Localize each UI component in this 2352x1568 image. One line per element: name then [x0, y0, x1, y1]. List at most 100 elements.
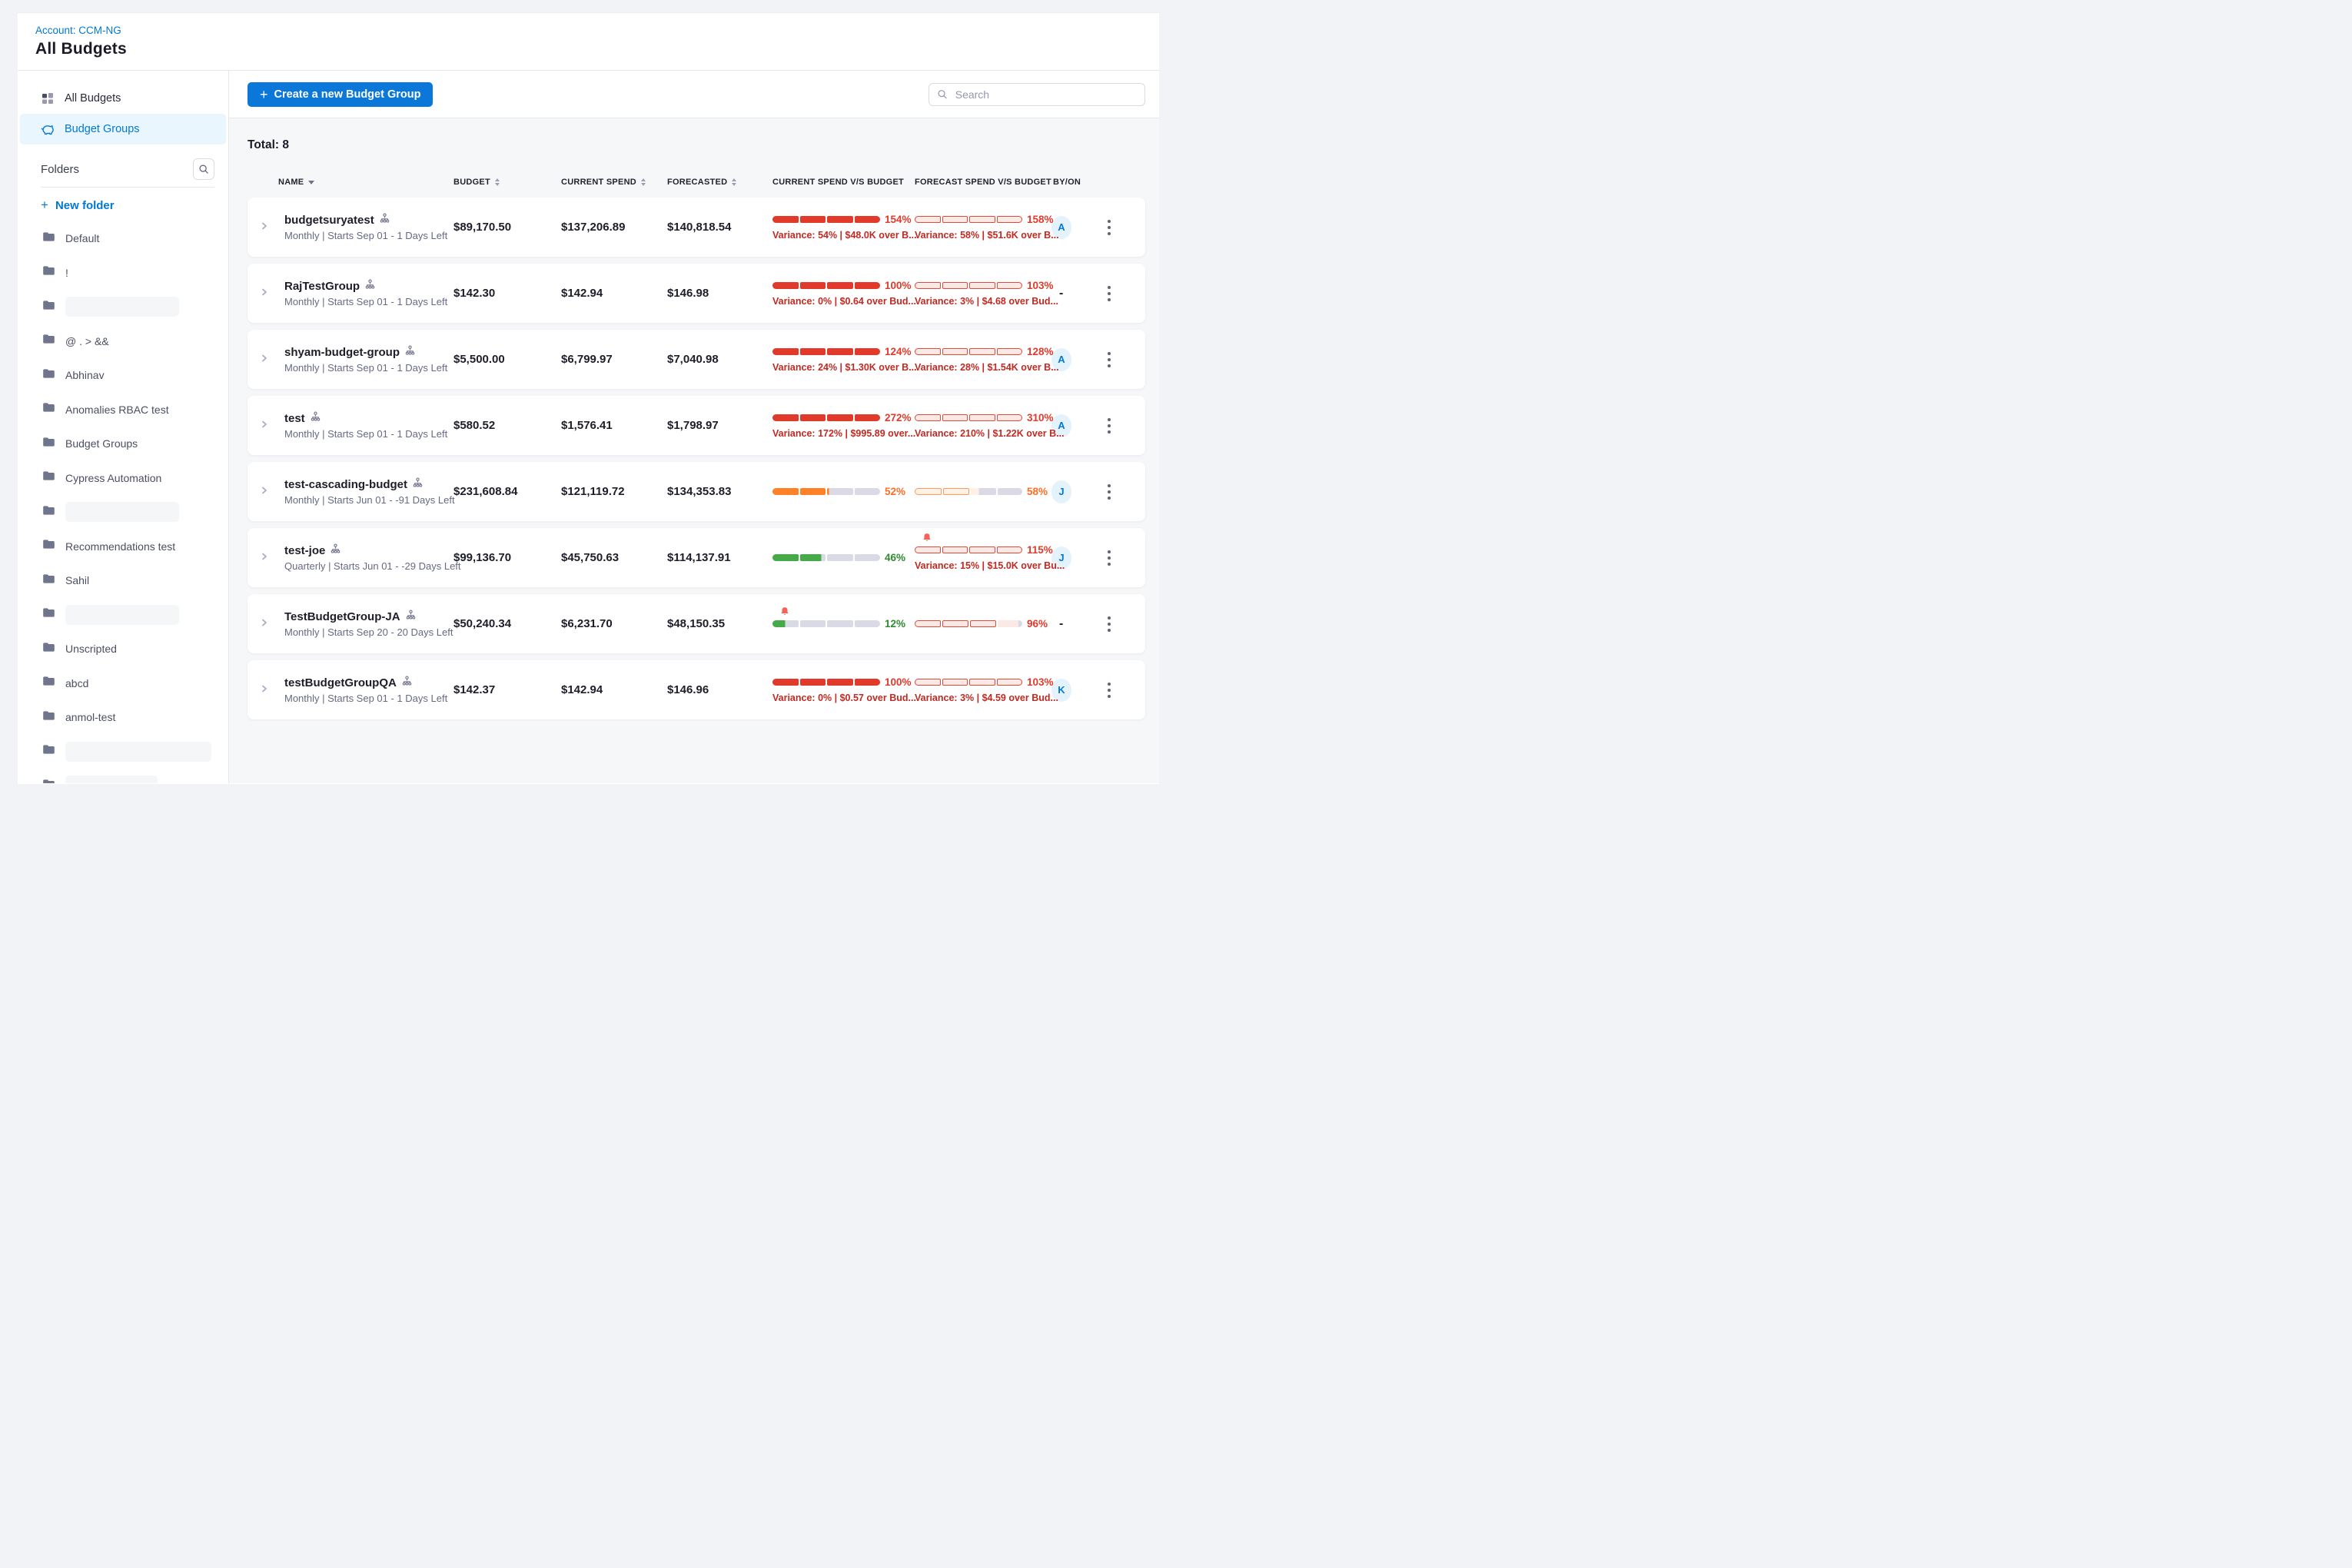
budget-group-row[interactable]: test Monthly | Starts Sep 01 - 1 Days Le… — [247, 396, 1145, 455]
variance-text: Variance: 3% | $4.68 over Bud... — [915, 296, 1058, 307]
folder-item[interactable] — [18, 769, 228, 783]
create-budget-group-button[interactable]: + Create a new Budget Group — [247, 82, 433, 107]
current-vs-budget-cell: 12% — [766, 618, 909, 630]
folder-item[interactable]: anmol-test — [18, 700, 228, 735]
forecast-vs-budget-cell: 158%Variance: 58% | $51.6K over B... — [909, 214, 1051, 241]
column-header-by-on: BY/ON — [1051, 178, 1094, 187]
expand-chevron-icon[interactable] — [260, 221, 269, 234]
spend-progress-bar — [772, 348, 880, 355]
column-header-forecasted[interactable]: FORECASTED — [659, 178, 766, 187]
hierarchy-icon — [402, 676, 412, 689]
sort-desc-icon[interactable] — [308, 181, 314, 184]
plus-icon: + — [260, 88, 268, 101]
column-header-current-spend[interactable]: CURRENT SPEND — [547, 178, 659, 187]
budget-value: $99,136.70 — [440, 551, 547, 564]
current-spend-value: $6,231.70 — [547, 617, 659, 630]
current-vs-budget-cell: 52% — [766, 486, 909, 497]
budget-group-name[interactable]: test — [284, 412, 305, 425]
budget-group-name[interactable]: testBudgetGroupQA — [284, 676, 397, 689]
expand-chevron-icon[interactable] — [260, 683, 269, 697]
folder-item[interactable] — [18, 735, 228, 769]
search-input[interactable] — [954, 88, 1137, 101]
hierarchy-icon — [405, 345, 415, 359]
by-on-cell: - — [1051, 617, 1094, 631]
sort-icon[interactable] — [641, 178, 646, 187]
budget-group-name[interactable]: RajTestGroup — [284, 280, 360, 293]
row-menu-icon[interactable] — [1094, 220, 1111, 235]
folder-item[interactable]: Default — [18, 221, 228, 256]
budget-group-name[interactable]: test-joe — [284, 544, 325, 557]
sort-icon[interactable] — [495, 178, 500, 187]
forecast-progress-bar — [915, 348, 1022, 355]
new-folder-button[interactable]: + New folder — [41, 198, 228, 213]
row-menu-icon[interactable] — [1094, 352, 1111, 367]
folder-item[interactable]: Recommendations test — [18, 530, 228, 564]
folder-item[interactable]: Budget Groups — [18, 427, 228, 461]
budget-group-row[interactable]: RajTestGroup Monthly | Starts Sep 01 - 1… — [247, 264, 1145, 323]
budget-group-name[interactable]: TestBudgetGroup-JA — [284, 610, 400, 623]
percent-label: 128% — [1027, 346, 1054, 357]
folder-item[interactable]: Sahil — [18, 563, 228, 598]
budget-group-row[interactable]: test-joe Quarterly | Starts Jun 01 - -29… — [247, 528, 1145, 587]
folder-item[interactable]: Abhinav — [18, 358, 228, 393]
account-breadcrumb-link[interactable]: Account: CCM-NG — [35, 25, 121, 36]
expand-chevron-icon[interactable] — [260, 353, 269, 367]
forecast-vs-budget-cell: 58% — [909, 486, 1051, 497]
budget-period-schedule: Monthly | Starts Sep 01 - 1 Days Left — [275, 362, 440, 374]
expand-chevron-icon[interactable] — [260, 485, 269, 499]
row-menu-icon[interactable] — [1094, 683, 1111, 698]
row-menu-icon[interactable] — [1094, 550, 1111, 566]
budget-group-name[interactable]: budgetsuryatest — [284, 214, 374, 227]
sidebar-item-all-budgets[interactable]: All Budgets — [20, 83, 226, 114]
forecasted-value: $114,137.91 — [659, 551, 766, 564]
current-vs-budget-cell: 272%Variance: 172% | $995.89 over... — [766, 412, 909, 439]
column-header-budget[interactable]: BUDGET — [440, 178, 547, 187]
folder-item[interactable]: Cypress Automation — [18, 461, 228, 496]
row-menu-icon[interactable] — [1094, 484, 1111, 500]
folder-name: anmol-test — [65, 711, 115, 723]
budget-group-row[interactable]: test-cascading-budget Monthly | Starts J… — [247, 462, 1145, 521]
folder-icon — [42, 231, 55, 246]
sort-icon[interactable] — [732, 178, 736, 187]
owner-avatar[interactable]: J — [1051, 480, 1071, 503]
redacted-folder-name — [65, 742, 211, 762]
budget-group-row[interactable]: testBudgetGroupQA Monthly | Starts Sep 0… — [247, 660, 1145, 719]
folder-item[interactable]: Anomalies RBAC test — [18, 393, 228, 427]
forecast-progress-bar — [915, 679, 1022, 686]
row-menu-icon[interactable] — [1094, 418, 1111, 434]
budget-group-row[interactable]: TestBudgetGroup-JA Monthly | Starts Sep … — [247, 594, 1145, 653]
folder-item[interactable]: @ . > && — [18, 324, 228, 359]
page-title: All Budgets — [35, 40, 1159, 58]
expand-chevron-icon[interactable] — [260, 617, 269, 631]
budget-group-name[interactable]: test-cascading-budget — [284, 478, 407, 491]
expand-chevron-icon[interactable] — [260, 287, 269, 301]
budget-period-schedule: Monthly | Starts Sep 20 - 20 Days Left — [275, 626, 440, 638]
search-box[interactable] — [929, 83, 1145, 106]
column-header-forecast-vs-budget: FORECAST SPEND V/S BUDGET — [909, 178, 1051, 187]
column-header-name[interactable]: NAME — [275, 178, 440, 187]
folder-item[interactable] — [18, 598, 228, 633]
spend-progress-bar — [772, 282, 880, 289]
folder-item[interactable]: abcd — [18, 666, 228, 701]
expand-chevron-icon[interactable] — [260, 551, 269, 565]
row-menu-icon[interactable] — [1094, 616, 1111, 632]
budget-group-row[interactable]: shyam-budget-group Monthly | Starts Sep … — [247, 330, 1145, 389]
folder-search-button[interactable] — [193, 158, 214, 180]
current-spend-value: $121,119.72 — [547, 485, 659, 498]
forecasted-value: $146.96 — [659, 683, 766, 696]
budget-period-schedule: Monthly | Starts Sep 01 - 1 Days Left — [275, 296, 440, 307]
budget-group-row[interactable]: budgetsuryatest Monthly | Starts Sep 01 … — [247, 198, 1145, 257]
folder-item[interactable] — [18, 290, 228, 324]
budget-period-schedule: Monthly | Starts Sep 01 - 1 Days Left — [275, 428, 440, 440]
row-menu-icon[interactable] — [1094, 286, 1111, 301]
budget-group-name[interactable]: shyam-budget-group — [284, 346, 400, 359]
folder-item[interactable]: ! — [18, 256, 228, 291]
budget-value: $50,240.34 — [440, 617, 547, 630]
budget-period-schedule: Monthly | Starts Sep 01 - 1 Days Left — [275, 230, 440, 241]
sidebar-item-budget-groups[interactable]: Budget Groups — [20, 114, 226, 145]
new-folder-label: New folder — [55, 199, 115, 212]
folder-item[interactable]: Unscripted — [18, 632, 228, 666]
variance-text: Variance: 0% | $0.64 over Bud... — [772, 296, 916, 307]
expand-chevron-icon[interactable] — [260, 419, 269, 433]
folder-item[interactable] — [18, 495, 228, 530]
